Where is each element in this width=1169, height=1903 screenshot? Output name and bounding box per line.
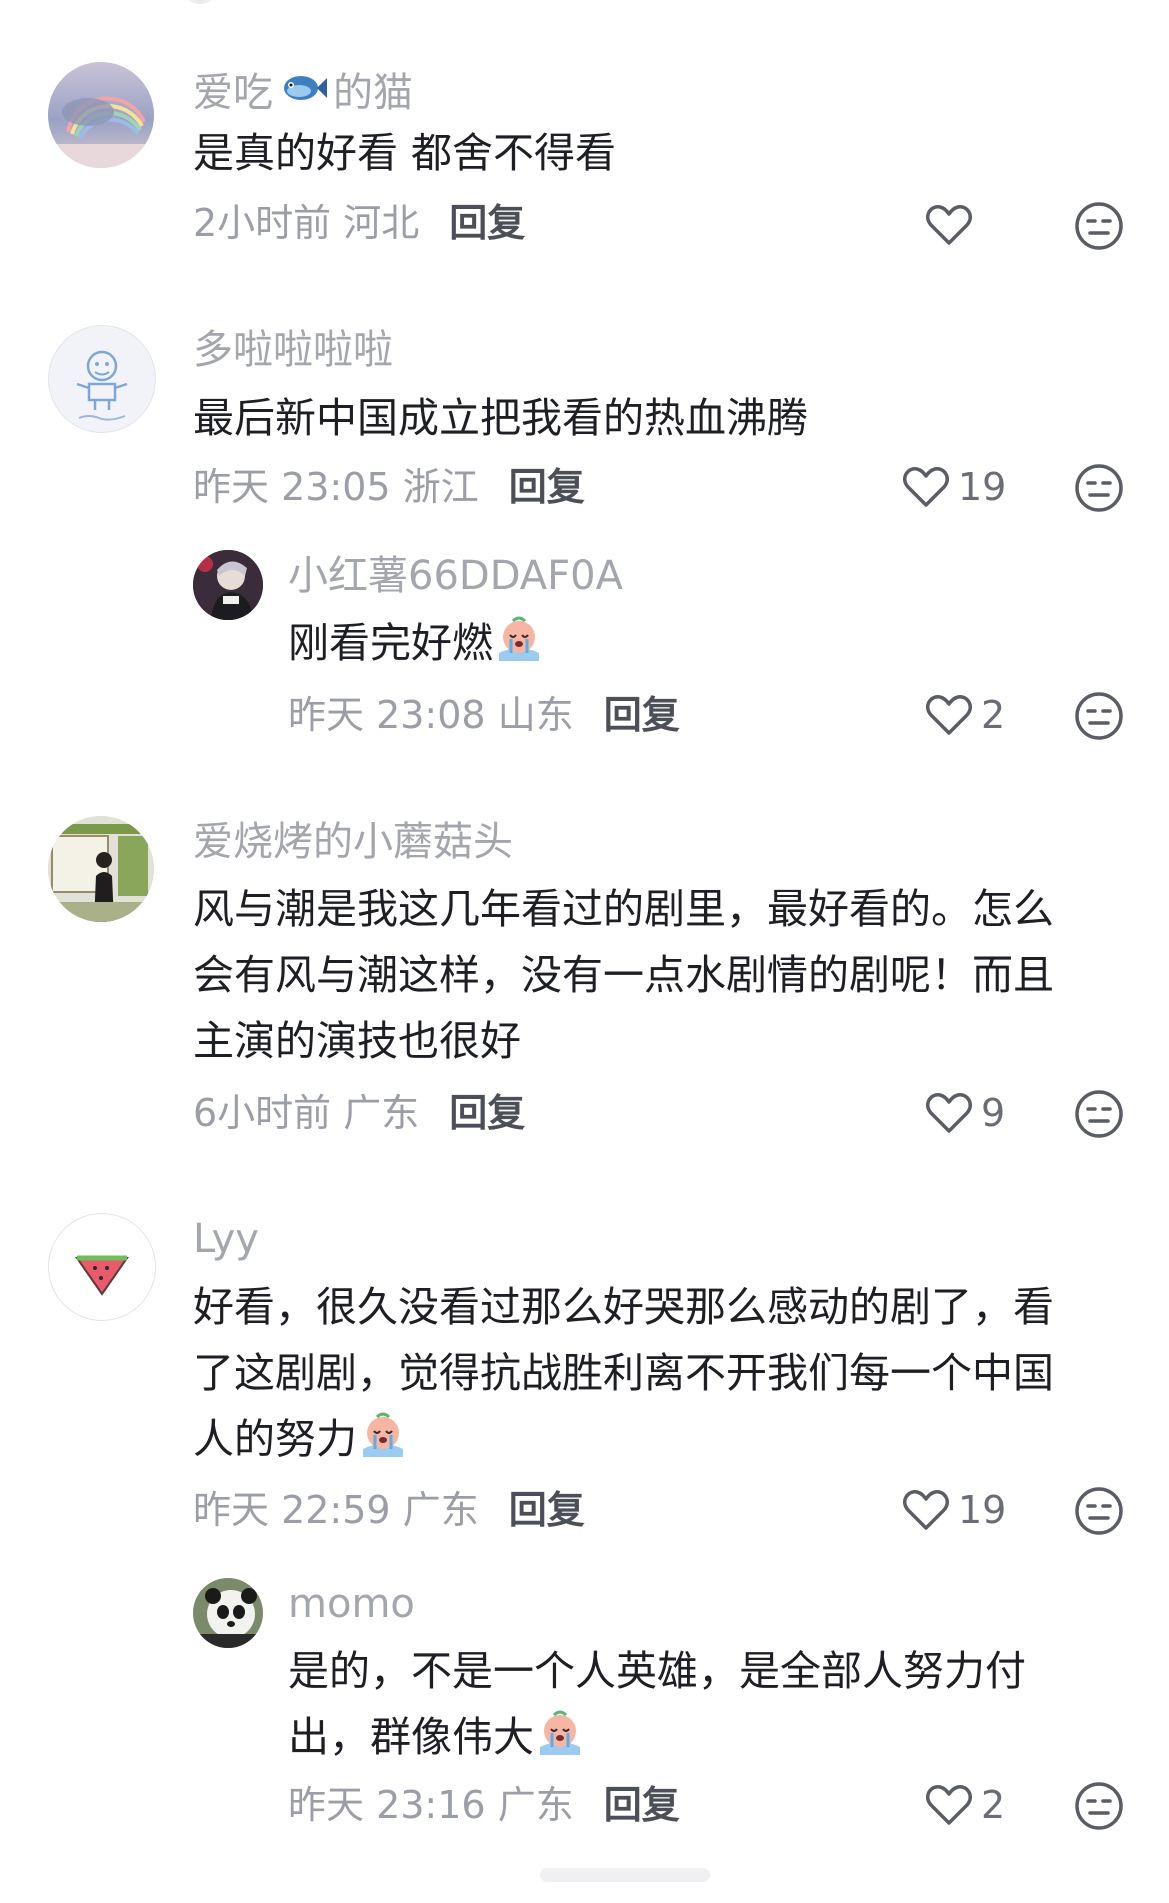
heart-outline-icon [926, 205, 972, 245]
fish-emoji [284, 76, 327, 100]
comment-location: 山东 [497, 693, 574, 737]
heart-outline-icon [926, 695, 972, 735]
username[interactable]: momo [288, 1580, 415, 1628]
reply-button[interactable]: 回复 [449, 1091, 525, 1135]
avatar[interactable] [48, 325, 156, 433]
comment-location: 浙江 [402, 465, 479, 509]
like-count: 2 [981, 693, 1006, 737]
like-button[interactable]: 9 [925, 1086, 1005, 1140]
like-button[interactable]: 2 [925, 1778, 1005, 1832]
like-button[interactable] [925, 198, 973, 252]
comment-time: 昨天 23:16 [288, 1783, 486, 1827]
meh-face-icon[interactable] [1073, 462, 1125, 514]
crying-emoji [499, 616, 539, 661]
comment-text: 好看，很久没看过那么好哭那么感动的剧了，看 了这剧剧，觉得抗战胜利离不开我们每一… [193, 1283, 1054, 1463]
username[interactable]: 爱烧烤的小蘑菇头 [193, 818, 513, 866]
avatar[interactable] [48, 1213, 156, 1321]
comment-meta: 2小时前 河北 回复 [193, 200, 525, 246]
heart-outline-icon [903, 1490, 949, 1530]
comment-time: 昨天 23:05 [193, 465, 391, 509]
comment-time: 6小时前 [193, 1091, 332, 1135]
avatar[interactable] [48, 62, 154, 168]
comment-text: 刚看完好燃 [288, 610, 545, 676]
reply-button[interactable]: 回复 [509, 465, 585, 509]
comment-location: 广东 [343, 1091, 420, 1135]
comment-time: 昨天 23:08 [288, 693, 486, 737]
heart-outline-icon [926, 1785, 972, 1825]
comment-text: 是的，不是一个人英雄，是全部人努力付 出，群像伟大 [288, 1647, 1026, 1761]
reply-button[interactable]: 回复 [509, 1488, 585, 1532]
like-button[interactable]: 19 [902, 460, 1006, 514]
scroll-edge-dot [186, 0, 214, 4]
comment-text: 是真的好看 都舍不得看 [193, 129, 617, 177]
comment-time: 2小时前 [193, 201, 332, 245]
meh-face-icon[interactable] [1073, 1780, 1125, 1832]
comment-text: 最后新中国成立把我看的热血沸腾 [193, 394, 808, 442]
reply-button[interactable]: 回复 [604, 693, 680, 737]
bottom-fade [540, 1868, 710, 1882]
heart-outline-icon [903, 467, 949, 507]
comment-time: 昨天 22:59 [193, 1488, 391, 1532]
reply-button[interactable]: 回复 [449, 201, 525, 245]
meh-face-icon[interactable] [1073, 690, 1125, 742]
comment-location: 广东 [497, 1783, 574, 1827]
username[interactable]: 多啦啦啦啦 [193, 326, 393, 374]
username[interactable]: 小红薯66DDAF0A [288, 552, 623, 600]
comment-meta: 昨天 23:08 山东 回复 [288, 692, 680, 738]
comment-meta: 昨天 23:16 广东 回复 [288, 1782, 680, 1828]
comment-text: 风与潮是我这几年看过的剧里，最好看的。怎么 会有风与潮这样，没有一点水剧情的剧呢… [193, 885, 1054, 1065]
like-count: 19 [958, 1488, 1007, 1532]
like-count: 2 [981, 1783, 1006, 1827]
crying-emoji [540, 1710, 580, 1755]
reply-button[interactable]: 回复 [604, 1783, 680, 1827]
username[interactable]: 爱吃 的猫 [193, 62, 413, 117]
meh-face-icon[interactable] [1073, 1485, 1125, 1537]
avatar[interactable] [193, 550, 263, 620]
like-button[interactable]: 2 [925, 688, 1005, 742]
username[interactable]: Lyy [193, 1215, 259, 1263]
crying-emoji [363, 1412, 403, 1457]
comment-meta: 昨天 22:59 广东 回复 [193, 1487, 585, 1533]
heart-outline-icon [926, 1093, 972, 1133]
like-button[interactable]: 19 [902, 1483, 1006, 1537]
comment-location: 河北 [343, 201, 420, 245]
comment-meta: 昨天 23:05 浙江 回复 [193, 464, 585, 510]
comment-location: 广东 [402, 1488, 479, 1532]
avatar[interactable] [193, 1578, 263, 1648]
meh-face-icon[interactable] [1073, 1088, 1125, 1140]
comment-meta: 6小时前 广东 回复 [193, 1090, 525, 1136]
like-count: 9 [981, 1091, 1006, 1135]
meh-face-icon[interactable] [1073, 200, 1125, 252]
like-count: 19 [958, 465, 1007, 509]
avatar[interactable] [48, 816, 154, 922]
